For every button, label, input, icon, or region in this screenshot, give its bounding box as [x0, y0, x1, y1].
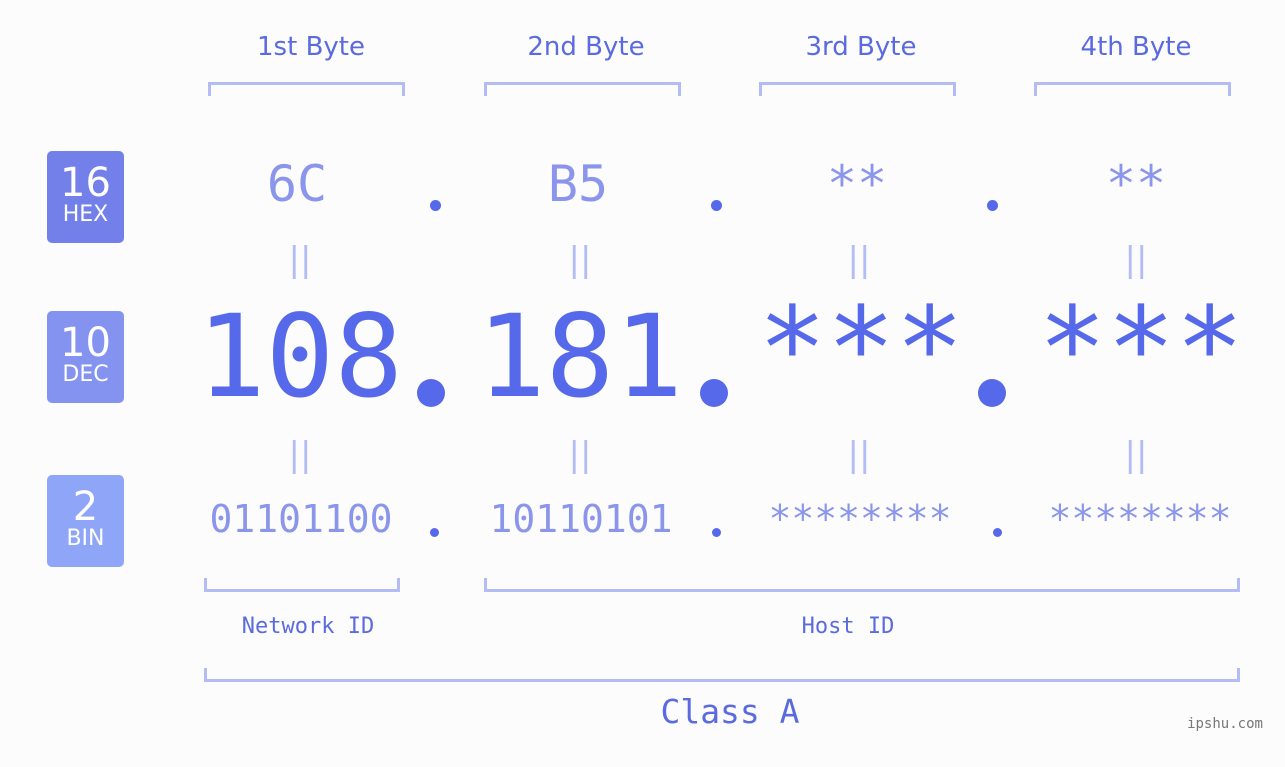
hex-byte-1: 6C	[266, 155, 328, 213]
dec-byte-3: ***	[758, 282, 964, 415]
byte-bracket-4	[1034, 82, 1231, 96]
byte-header-4: 4th Byte	[1080, 32, 1192, 62]
dec-badge: 10 DEC	[47, 311, 124, 403]
hex-badge: 16 HEX	[47, 151, 124, 243]
hex-dot-1	[430, 200, 441, 211]
bin-byte-2: 10110101	[489, 497, 673, 541]
bin-dot-1	[430, 528, 439, 537]
bin-dot-3	[993, 528, 1002, 537]
byte-bracket-1	[208, 82, 405, 96]
bin-byte-4: ********	[1048, 497, 1232, 541]
byte-header-3: 3rd Byte	[805, 32, 917, 62]
equals-icon: ||	[1124, 435, 1148, 475]
dec-byte-1: 108	[197, 290, 403, 423]
bin-base: 2	[72, 484, 99, 530]
equals-icon: ||	[568, 240, 592, 280]
dec-label: DEC	[62, 362, 109, 387]
equals-icon: ||	[1124, 240, 1148, 280]
byte-header-2: 2nd Byte	[527, 32, 645, 62]
class-bracket	[204, 668, 1240, 682]
byte-header-1: 1st Byte	[257, 32, 365, 62]
bin-badge: 2 BIN	[47, 475, 124, 567]
equals-icon: ||	[568, 435, 592, 475]
network-id-bracket	[204, 578, 400, 592]
dec-byte-4: ***	[1038, 282, 1244, 415]
hex-base: 16	[60, 160, 111, 206]
equals-icon: ||	[288, 435, 312, 475]
bin-label: BIN	[66, 526, 105, 551]
hex-dot-2	[711, 200, 722, 211]
watermark: ipshu.com	[1187, 716, 1263, 732]
hex-label: HEX	[62, 202, 109, 227]
network-id-label: Network ID	[241, 614, 375, 639]
hex-byte-2: B5	[547, 155, 609, 213]
host-id-bracket	[484, 578, 1240, 592]
class-label: Class A	[660, 692, 800, 731]
bin-dot-2	[712, 528, 721, 537]
host-id-label: Host ID	[801, 614, 895, 639]
dec-dot-3	[978, 379, 1006, 407]
byte-bracket-2	[484, 82, 681, 96]
bin-byte-3: ********	[768, 497, 952, 541]
hex-dot-3	[987, 200, 998, 211]
byte-bracket-3	[759, 82, 956, 96]
dec-base: 10	[60, 320, 111, 366]
equals-icon: ||	[847, 435, 871, 475]
bin-byte-1: 01101100	[209, 497, 393, 541]
hex-byte-4: **	[1105, 155, 1167, 213]
dec-dot-2	[700, 379, 728, 407]
dec-byte-2: 181	[477, 290, 683, 423]
equals-icon: ||	[288, 240, 312, 280]
hex-byte-3: **	[826, 155, 888, 213]
equals-icon: ||	[847, 240, 871, 280]
dec-dot-1	[417, 379, 445, 407]
